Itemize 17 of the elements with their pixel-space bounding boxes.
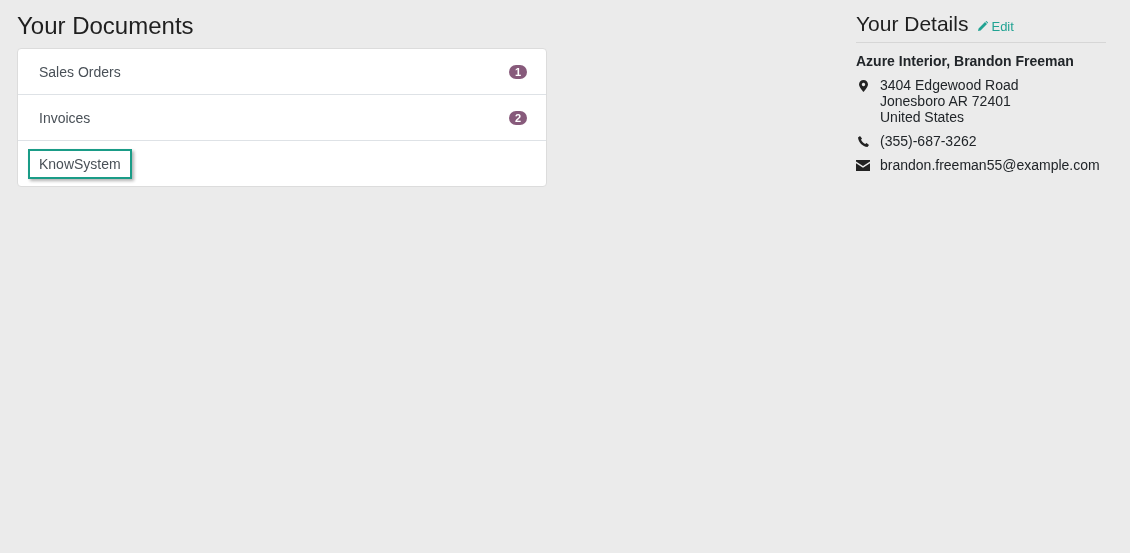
phone-icon <box>857 136 869 147</box>
count-badge: 2 <box>508 110 527 125</box>
pencil-icon <box>978 21 989 31</box>
map-pin-icon <box>858 80 868 92</box>
customer-name: Azure Interior, Brandon Freeman <box>856 53 1075 69</box>
document-link[interactable]: Sales Orders <box>28 56 132 87</box>
email-address: brandon.freeman55@example.com <box>880 157 1100 173</box>
phone-number: (355)-687-3262 <box>880 133 977 149</box>
section-heading: Your Details <box>856 12 969 36</box>
section-heading: Your Documents <box>17 12 195 40</box>
address-line: 3404 Edgewood Road <box>880 77 1019 93</box>
document-link[interactable]: KnowSystem <box>28 148 132 179</box>
document-link[interactable]: Invoices <box>28 102 102 133</box>
address-line: Jonesboro AR 72401 <box>880 93 1012 109</box>
count-badge: 1 <box>508 64 527 79</box>
address-line: United States <box>880 109 966 125</box>
envelope-icon <box>856 160 870 171</box>
